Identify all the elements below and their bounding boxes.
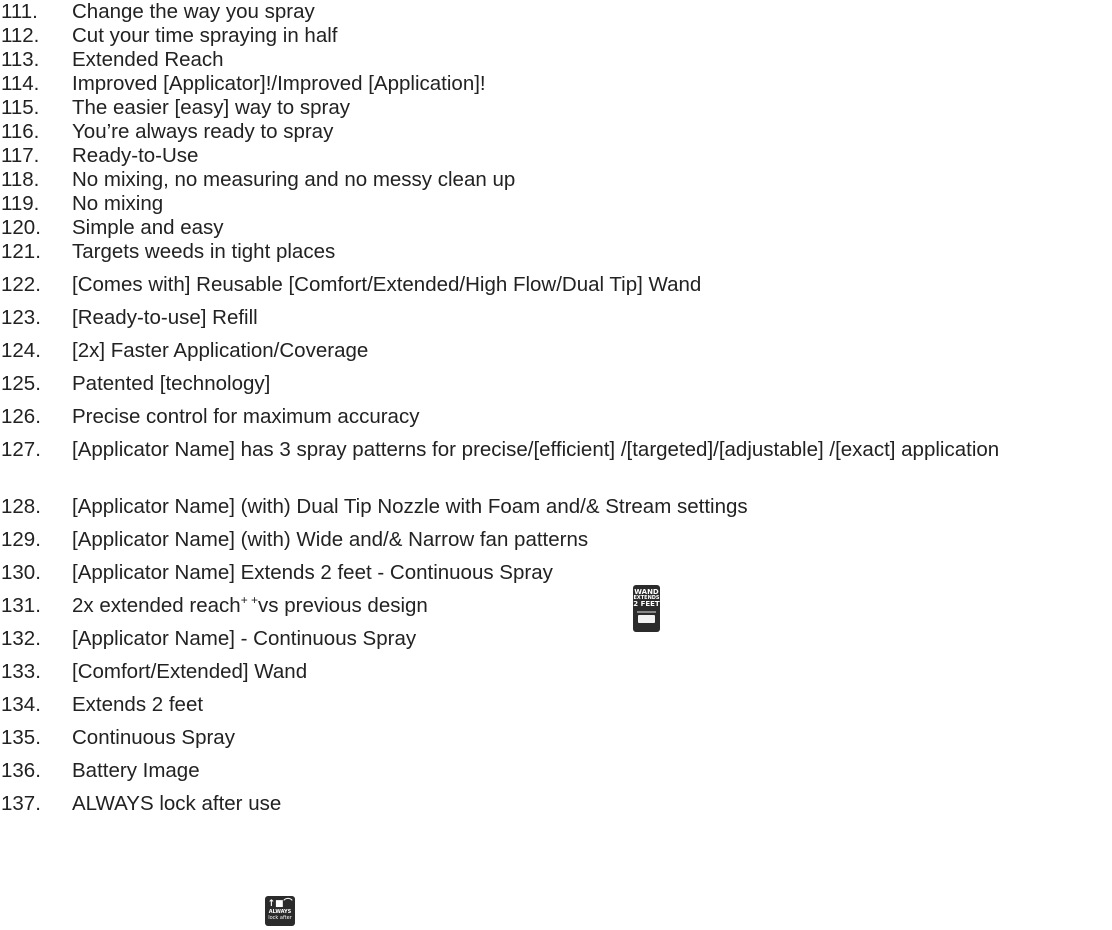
list-item: 123. [Ready-to-use] Refill xyxy=(0,306,1112,339)
item-number: 112. xyxy=(1,24,40,47)
item-text: You’re always ready to spray xyxy=(72,120,334,143)
item-number: 118. xyxy=(1,168,40,191)
lock-glyph: ↑■⌒ xyxy=(267,899,293,909)
item-text: [Applicator Name] (with) Dual Tip Nozzle… xyxy=(72,495,748,518)
footnote-marker: + + xyxy=(240,593,259,607)
list-item: 137. ALWAYS lock after use xyxy=(0,792,1112,825)
item-text-rest: vs previous design xyxy=(258,594,428,617)
item-text: Cut your time spraying in half xyxy=(72,24,338,47)
item-text: No mixing xyxy=(72,192,164,215)
item-number: 117. xyxy=(1,144,40,167)
claims-list: 111. Change the way you spray 112. Cut y… xyxy=(0,0,1112,825)
item-text: [Applicator Name] has 3 spray patterns f… xyxy=(72,438,1000,461)
item-number: 124. xyxy=(1,339,41,362)
list-item: 133. [Comfort/Extended] Wand xyxy=(0,660,1112,693)
item-text: Change the way you spray xyxy=(72,0,315,23)
lock-after-use-icon: ↑■⌒ ALWAYS lock after xyxy=(265,896,295,926)
item-number: 121. xyxy=(1,240,41,263)
list-item: 132. [Applicator Name] - Continuous Spra… xyxy=(0,627,1112,660)
item-text: 2x extended reach+ +vs previous design xyxy=(72,594,1112,618)
item-text: [2x] Faster Application/Coverage xyxy=(72,339,369,362)
item-number: 131. xyxy=(1,594,41,617)
list-item: 127. [Applicator Name] has 3 spray patte… xyxy=(0,438,1112,495)
item-text: Continuous Spray xyxy=(72,726,235,749)
item-text: No mixing, no measuring and no messy cle… xyxy=(72,168,516,191)
list-item: 128. [Applicator Name] (with) Dual Tip N… xyxy=(0,495,1112,528)
item-number: 116. xyxy=(1,120,40,143)
item-text: Extends 2 feet xyxy=(72,693,204,716)
item-text: ALWAYS lock after use xyxy=(72,792,282,815)
item-text: Simple and easy xyxy=(72,216,224,239)
item-text-main: 2x extended reach xyxy=(72,594,241,617)
item-text: [Comes with] Reusable [Comfort/Extended/… xyxy=(72,273,702,296)
item-number: 125. xyxy=(1,372,41,395)
list-item: 118. No mixing, no measuring and no mess… xyxy=(0,168,1112,192)
badge-line-feet: 2 FEET xyxy=(633,600,660,608)
item-number: 111. xyxy=(1,0,38,23)
item-number: 119. xyxy=(1,192,40,215)
list-item: 131. 2x extended reach+ +vs previous des… xyxy=(0,594,1112,627)
item-number: 130. xyxy=(1,561,41,584)
badge-divider xyxy=(637,611,656,613)
item-number: 133. xyxy=(1,660,41,683)
badge-line-lock-after: lock after xyxy=(268,915,292,921)
item-text: Precise control for maximum accuracy xyxy=(72,405,420,428)
item-number: 128. xyxy=(1,495,41,518)
item-text: [Applicator Name] (with) Wide and/& Narr… xyxy=(72,528,589,551)
item-number: 123. xyxy=(1,306,41,329)
item-text: Ready-to-Use xyxy=(72,144,199,167)
list-item: 126. Precise control for maximum accurac… xyxy=(0,405,1112,438)
item-text: [Applicator Name] Extends 2 feet - Conti… xyxy=(72,561,553,584)
item-text: [Ready-to-use] Refill xyxy=(72,306,258,329)
item-number: 137. xyxy=(1,792,41,815)
item-number: 134. xyxy=(1,693,41,716)
item-text: Improved [Applicator]!/Improved [Applica… xyxy=(72,72,486,95)
item-number: 114. xyxy=(1,72,40,95)
list-item: 116. You’re always ready to spray xyxy=(0,120,1112,144)
item-number: 113. xyxy=(1,48,40,71)
list-item: 121. Targets weeds in tight places xyxy=(0,240,1112,273)
item-text: The easier [easy] way to spray xyxy=(72,96,351,119)
list-item: 111. Change the way you spray xyxy=(0,0,1112,24)
list-item: 113. Extended Reach xyxy=(0,48,1112,72)
list-item: 124. [2x] Faster Application/Coverage xyxy=(0,339,1112,372)
item-number: 132. xyxy=(1,627,41,650)
item-text: Patented [technology] xyxy=(72,372,271,395)
wand-graphic-icon xyxy=(638,615,655,623)
list-item: 117. Ready-to-Use xyxy=(0,144,1112,168)
list-item: 135. Continuous Spray xyxy=(0,726,1112,759)
list-item: 120. Simple and easy xyxy=(0,216,1112,240)
item-text: Extended Reach xyxy=(72,48,224,71)
item-number: 126. xyxy=(1,405,41,428)
list-item: 129. [Applicator Name] (with) Wide and/&… xyxy=(0,528,1112,561)
item-number: 129. xyxy=(1,528,41,551)
item-text: [Applicator Name] - Continuous Spray xyxy=(72,627,417,650)
list-item: 125. Patented [technology] xyxy=(0,372,1112,405)
item-number: 135. xyxy=(1,726,41,749)
item-text: [Comfort/Extended] Wand xyxy=(72,660,308,683)
list-item: 134. Extends 2 feet xyxy=(0,693,1112,726)
list-item: 115. The easier [easy] way to spray xyxy=(0,96,1112,120)
item-number: 127. xyxy=(1,438,41,461)
item-number: 136. xyxy=(1,759,41,782)
item-text: Targets weeds in tight places xyxy=(72,240,336,263)
item-text: Battery Image xyxy=(72,759,200,782)
item-number: 115. xyxy=(1,96,40,119)
wand-extends-badge-icon: WAND EXTENDS 2 FEET xyxy=(633,585,660,632)
item-number: 120. xyxy=(1,216,41,239)
list-item: 130. [Applicator Name] Extends 2 feet - … xyxy=(0,561,1112,594)
list-item: 114. Improved [Applicator]!/Improved [Ap… xyxy=(0,72,1112,96)
list-item: 136. Battery Image xyxy=(0,759,1112,792)
list-item: 112. Cut your time spraying in half xyxy=(0,24,1112,48)
list-item: 122. [Comes with] Reusable [Comfort/Exte… xyxy=(0,273,1112,306)
list-item: 119. No mixing xyxy=(0,192,1112,216)
item-number: 122. xyxy=(1,273,41,296)
